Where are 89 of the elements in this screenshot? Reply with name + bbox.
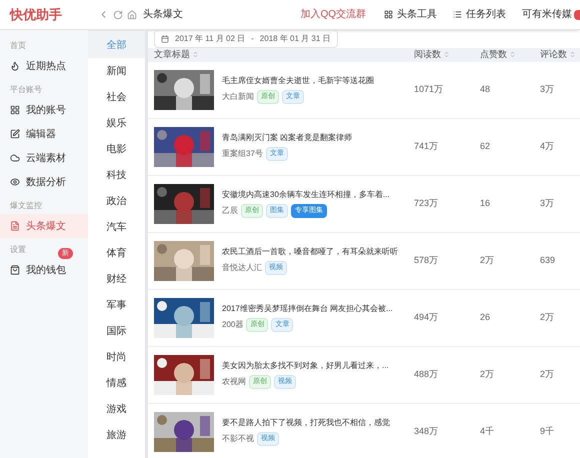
category-item[interactable]: 游戏 <box>88 396 145 422</box>
category-item[interactable]: 科技 <box>88 162 145 188</box>
comments-cell-text: 3万 <box>539 196 556 210</box>
sidebar-item[interactable]: 云端素材 <box>0 146 88 170</box>
menu-icon <box>10 221 20 231</box>
list-icon <box>453 10 462 19</box>
home-icon[interactable] <box>127 10 137 20</box>
likes-cell-text: 2万 <box>479 254 496 267</box>
column-header[interactable]: 点赞数 <box>476 48 536 62</box>
menu-icon <box>10 177 20 187</box>
column-header[interactable]: 阅读数 <box>410 48 476 62</box>
article-title[interactable]: 青岛满刚灭门案 凶案者竟是翻案律师 <box>222 132 352 144</box>
article-title[interactable]: 2017维密秀吴梦瑶摔倒在舞台 网友担心其会被... <box>222 303 393 315</box>
tasks-button[interactable]: 任务列表 <box>453 7 506 22</box>
article-source: 农视网 <box>222 376 246 388</box>
menu-icon <box>10 105 20 115</box>
tools-button[interactable]: 头条工具 <box>384 7 437 22</box>
reads-cell-text: 578万 <box>413 254 440 267</box>
sort-icon <box>443 51 450 58</box>
sort-icon <box>509 51 516 58</box>
reads-cell-text: 741万 <box>413 140 440 153</box>
account-button[interactable]: 可有米传媒 <box>522 7 572 22</box>
reads-cell-text: 348万 <box>413 424 440 438</box>
likes-cell-text: 4千 <box>479 424 496 438</box>
likes-cell-text: 2万 <box>479 368 496 381</box>
likes-cell-text: 26 <box>479 310 492 324</box>
section-title: 设置 <box>10 244 26 256</box>
article-title[interactable]: 毛主席侄女婿曹全夫逝世，毛新宇等送花圈 <box>222 75 374 87</box>
category-item[interactable]: 时尚 <box>88 344 145 370</box>
comments-cell-text: 3万 <box>539 82 556 96</box>
section-title: 平台账号 <box>10 84 42 96</box>
article-source: 重案组37号 <box>222 148 263 160</box>
category-item[interactable]: 旅游 <box>88 422 145 448</box>
category-item[interactable]: 新闻 <box>88 58 145 84</box>
category-item[interactable]: 娱乐 <box>88 110 145 136</box>
page-title: 头条爆文 <box>143 8 183 22</box>
article-source: 不影不视 <box>222 433 254 445</box>
comments-cell-text: 4万 <box>539 140 556 153</box>
likes-cell-text: 62 <box>479 140 492 153</box>
sort-icon <box>192 51 199 58</box>
calendar-icon <box>161 35 169 43</box>
likes-cell-text: 16 <box>479 196 492 210</box>
comments-cell-text: 9千 <box>539 424 556 438</box>
category-item[interactable]: 政治 <box>88 188 145 214</box>
article-title[interactable]: 安徽境内高速30余辆车发生连环相撞，多车着... <box>222 189 390 201</box>
category-item[interactable]: 财经 <box>88 266 145 292</box>
article-source: 音悦达人汇 <box>222 262 262 274</box>
reads-cell-text: 488万 <box>413 368 440 381</box>
comments-cell-text: 639 <box>539 254 556 267</box>
article-title[interactable]: 美女因为胎太多找不到对象，好男儿看过来，... <box>222 360 389 372</box>
category-item[interactable]: 军事 <box>88 292 145 318</box>
reads-cell-text: 1071万 <box>413 82 444 96</box>
reads-cell-text: 723万 <box>413 196 440 210</box>
article-title[interactable]: 要不是路人拍下了视频，打死我也不相信，感觉 <box>222 417 390 429</box>
column-header[interactable]: 文章标题 <box>148 48 410 62</box>
menu-icon <box>10 61 20 71</box>
article-source: 200器 <box>222 319 244 331</box>
section-title: 首页 <box>10 40 26 52</box>
sort-icon <box>569 51 576 58</box>
sidebar-item[interactable]: 近期热点 <box>0 54 88 78</box>
comments-cell-text: 2万 <box>539 368 556 381</box>
comments-cell-text: 2万 <box>539 310 556 324</box>
category-item[interactable]: 体育 <box>88 240 145 266</box>
article-source: 乙辰 <box>222 205 238 217</box>
sidebar-item[interactable]: 数据分析 <box>0 170 88 194</box>
column-header[interactable]: 评论数 <box>536 48 580 62</box>
sidebar-item[interactable]: 我的钱包 <box>0 258 88 282</box>
menu-icon <box>10 153 20 163</box>
grid-icon <box>384 10 393 19</box>
category-item[interactable]: 社会 <box>88 84 145 110</box>
article-title[interactable]: 农民工酒后一首歌，嗓音都哑了，有耳朵就来听听 <box>222 246 398 258</box>
category-item[interactable]: 情感 <box>88 370 145 396</box>
account-badge <box>574 10 580 20</box>
article-source: 大白新闻 <box>222 91 254 103</box>
qq-group-link[interactable]: 加入QQ交流群 <box>300 7 366 22</box>
menu-icon <box>10 265 20 275</box>
sidebar-item[interactable]: 编辑器 <box>0 122 88 146</box>
sidebar-item[interactable]: 头条爆文 <box>0 214 88 238</box>
reads-cell-text: 494万 <box>413 310 440 324</box>
menu-icon <box>10 129 20 139</box>
category-item[interactable]: 汽车 <box>88 214 145 240</box>
app-logo: 快优助手 <box>8 6 63 24</box>
date-range-field[interactable]: 2017 年 11 月 02 日 - 2018 年 01 月 31 日 <box>154 30 338 48</box>
category-item[interactable]: 国际 <box>88 318 145 344</box>
section-title: 爆文监控 <box>10 200 42 212</box>
sidebar-item[interactable]: 我的账号 <box>0 98 88 122</box>
category-item[interactable]: 电影 <box>88 136 145 162</box>
refresh-icon[interactable] <box>113 10 123 20</box>
likes-cell-text: 48 <box>479 82 492 96</box>
